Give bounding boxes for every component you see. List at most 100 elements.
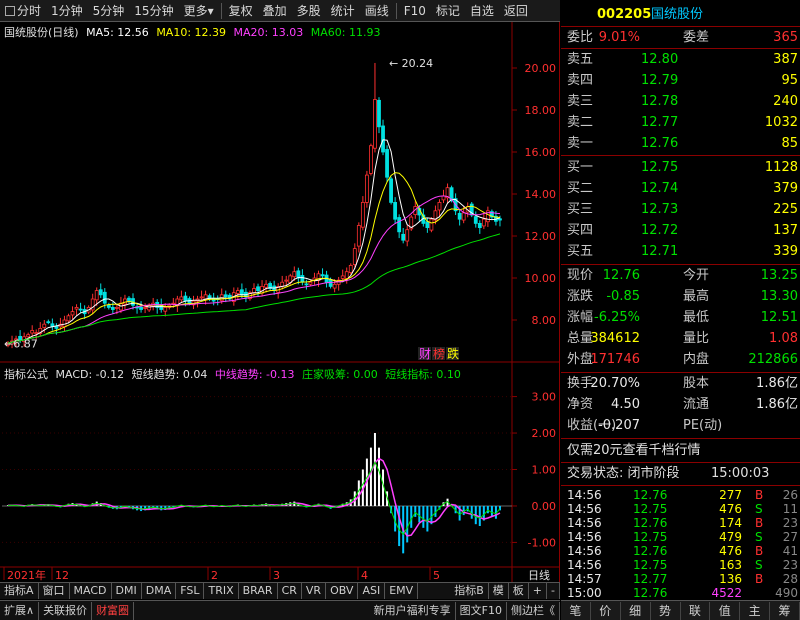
indicator-tab[interactable]: ASI bbox=[358, 583, 386, 599]
tick-row: 14:56 12.75 163 S 23 bbox=[561, 558, 800, 572]
toolbar-item[interactable]: 叠加 bbox=[258, 0, 292, 22]
indicator-tab[interactable]: DMA bbox=[142, 583, 177, 599]
quote-tab[interactable]: 值 bbox=[710, 601, 741, 620]
indicator-tab[interactable]: 指标B bbox=[450, 583, 489, 599]
quote-tab[interactable]: 主 bbox=[740, 601, 771, 620]
price-axis-label: 20.00 bbox=[525, 62, 557, 75]
toolbar-item-label: 统计 bbox=[330, 3, 355, 18]
toolbar-item-label: 分时 bbox=[17, 3, 42, 18]
extension-tab[interactable]: 财富圈 bbox=[92, 601, 135, 620]
candle-body bbox=[235, 290, 240, 294]
candle-body bbox=[356, 225, 361, 247]
quote-tab[interactable]: 筹 bbox=[770, 601, 800, 620]
tick-time: 14:56 bbox=[567, 502, 602, 516]
indicator-tab[interactable] bbox=[418, 583, 450, 599]
event-badge: 榜 bbox=[433, 346, 445, 361]
indicator-tab[interactable]: 指标A bbox=[0, 583, 39, 599]
candle-body bbox=[223, 294, 228, 298]
toolbar-item-label: 叠加 bbox=[262, 3, 287, 18]
candle-body bbox=[300, 275, 305, 283]
tick-time: 15:00 bbox=[567, 586, 602, 600]
candle-body bbox=[308, 281, 313, 285]
toolbar-item[interactable]: 标记 bbox=[431, 0, 465, 22]
indicator-tab[interactable]: VR bbox=[302, 583, 327, 599]
bid-volume: 137 bbox=[773, 223, 798, 238]
indicator-tabbar: 指标A 窗口 MACD DMI DMA FSL TRIX BRAR CR VR OBV ASI EMV 指… bbox=[0, 582, 560, 599]
ask-label: 卖一 bbox=[567, 136, 594, 151]
mid-trend-line bbox=[7, 457, 501, 537]
date-label: 2021年 bbox=[7, 568, 46, 582]
chart-area[interactable]: 国统股份(日线) MA5: 12.56 MA10: 12.39 MA20: 13… bbox=[0, 22, 560, 582]
toolbar-item[interactable]: 更多▾ bbox=[179, 0, 219, 22]
candle-body bbox=[498, 218, 502, 221]
candle-body bbox=[50, 323, 55, 327]
candle-body bbox=[296, 270, 301, 279]
indicator-tab[interactable]: MACD bbox=[70, 583, 112, 599]
stat-row: 现价 12.76 今开 13.25 bbox=[561, 266, 800, 285]
indicator-tab[interactable]: 模 bbox=[489, 583, 509, 599]
candle-body bbox=[110, 306, 115, 310]
indicator-tab[interactable]: TRIX bbox=[204, 583, 239, 599]
tick-volume: 163 bbox=[719, 558, 742, 572]
quote-tab[interactable]: 联 bbox=[681, 601, 711, 620]
extension-tab[interactable]: 关联报价 bbox=[39, 601, 93, 620]
indicator-tab[interactable]: 窗口 bbox=[39, 583, 70, 599]
indicator-tab[interactable]: 板 bbox=[509, 583, 529, 599]
extension-tab[interactable]: 扩展∧ bbox=[0, 601, 40, 620]
indicator-tab[interactable]: - bbox=[547, 583, 560, 599]
toolbar-item[interactable]: 复权 bbox=[224, 0, 258, 22]
toolbar-item[interactable]: 多股 bbox=[292, 0, 326, 22]
indicator-tab[interactable]: + bbox=[529, 583, 548, 599]
bid-volume: 1128 bbox=[764, 160, 798, 175]
toolbar-item-label: 标记 bbox=[435, 3, 460, 18]
indicator-tab[interactable]: CR bbox=[278, 583, 302, 599]
candle-body bbox=[102, 291, 107, 304]
stat-value: 12.51 bbox=[760, 310, 798, 325]
trade-time: 15:00:03 bbox=[711, 466, 770, 481]
bid-volume: 225 bbox=[773, 202, 798, 217]
quote-tab[interactable]: 细 bbox=[621, 601, 651, 620]
toolbar-item[interactable]: 分时 bbox=[0, 0, 46, 22]
toolbar-item[interactable]: F10 bbox=[399, 0, 431, 22]
ask-label: 卖二 bbox=[567, 115, 594, 130]
stat-value: -0.85 bbox=[606, 289, 640, 304]
bid-row: 买一 12.75 1128 bbox=[561, 158, 800, 177]
toolbar-item[interactable]: 返回 bbox=[499, 0, 533, 22]
toolbar-item[interactable]: 15分钟 bbox=[129, 0, 178, 22]
indicator-tab[interactable]: BRAR bbox=[239, 583, 278, 599]
indicator-tab[interactable]: DMI bbox=[112, 583, 142, 599]
tick-side: B bbox=[755, 488, 764, 502]
toolbar-item[interactable]: 5分钟 bbox=[88, 0, 130, 22]
promo-link[interactable]: 仅需20元查看千档行情 bbox=[567, 441, 701, 460]
ask-price: 12.77 bbox=[641, 115, 679, 130]
stat-label: 股本 bbox=[683, 376, 710, 391]
candle-body bbox=[292, 271, 297, 278]
stat-label: 涨幅 bbox=[567, 310, 594, 325]
quote-tab[interactable]: 势 bbox=[651, 601, 681, 620]
toolbar-item[interactable]: 1分钟 bbox=[46, 0, 88, 22]
stat-row: 涨幅 -6.25% 最低 12.51 bbox=[561, 308, 800, 327]
indicator-tab[interactable]: EMV bbox=[385, 583, 419, 599]
quote-tab[interactable]: 价 bbox=[591, 601, 621, 620]
tick-price: 12.75 bbox=[633, 502, 668, 516]
indicator-tab[interactable]: OBV bbox=[326, 583, 359, 599]
toolbar-item[interactable]: 画线 bbox=[360, 0, 394, 22]
price-axis-label: 16.00 bbox=[525, 146, 557, 159]
indicator-tab[interactable]: FSL bbox=[176, 583, 205, 599]
tick-row: 14:56 12.75 479 S 27 bbox=[561, 530, 800, 544]
stat-value: 384612 bbox=[590, 331, 640, 346]
quote-tab[interactable]: 笔 bbox=[561, 601, 591, 620]
ask-row: 卖四 12.79 95 bbox=[561, 71, 800, 90]
extension-tab[interactable]: 新用户福利专享 bbox=[370, 601, 456, 620]
bid-volume: 379 bbox=[773, 181, 798, 196]
candle-body bbox=[360, 201, 365, 228]
extension-tab[interactable]: 图文F10 bbox=[456, 601, 507, 620]
candle-body bbox=[385, 149, 389, 178]
extension-tab[interactable]: 侧边栏《 bbox=[507, 601, 560, 620]
stat-label: 最低 bbox=[683, 310, 710, 325]
candle-body bbox=[481, 218, 486, 227]
toolbar-item[interactable]: 自选 bbox=[465, 0, 499, 22]
toolbar-item[interactable]: 统计 bbox=[326, 0, 360, 22]
ask-price: 12.76 bbox=[641, 136, 679, 151]
kline-chart[interactable]: 20.0018.0016.0014.0012.0010.008.003.002.… bbox=[0, 22, 560, 582]
